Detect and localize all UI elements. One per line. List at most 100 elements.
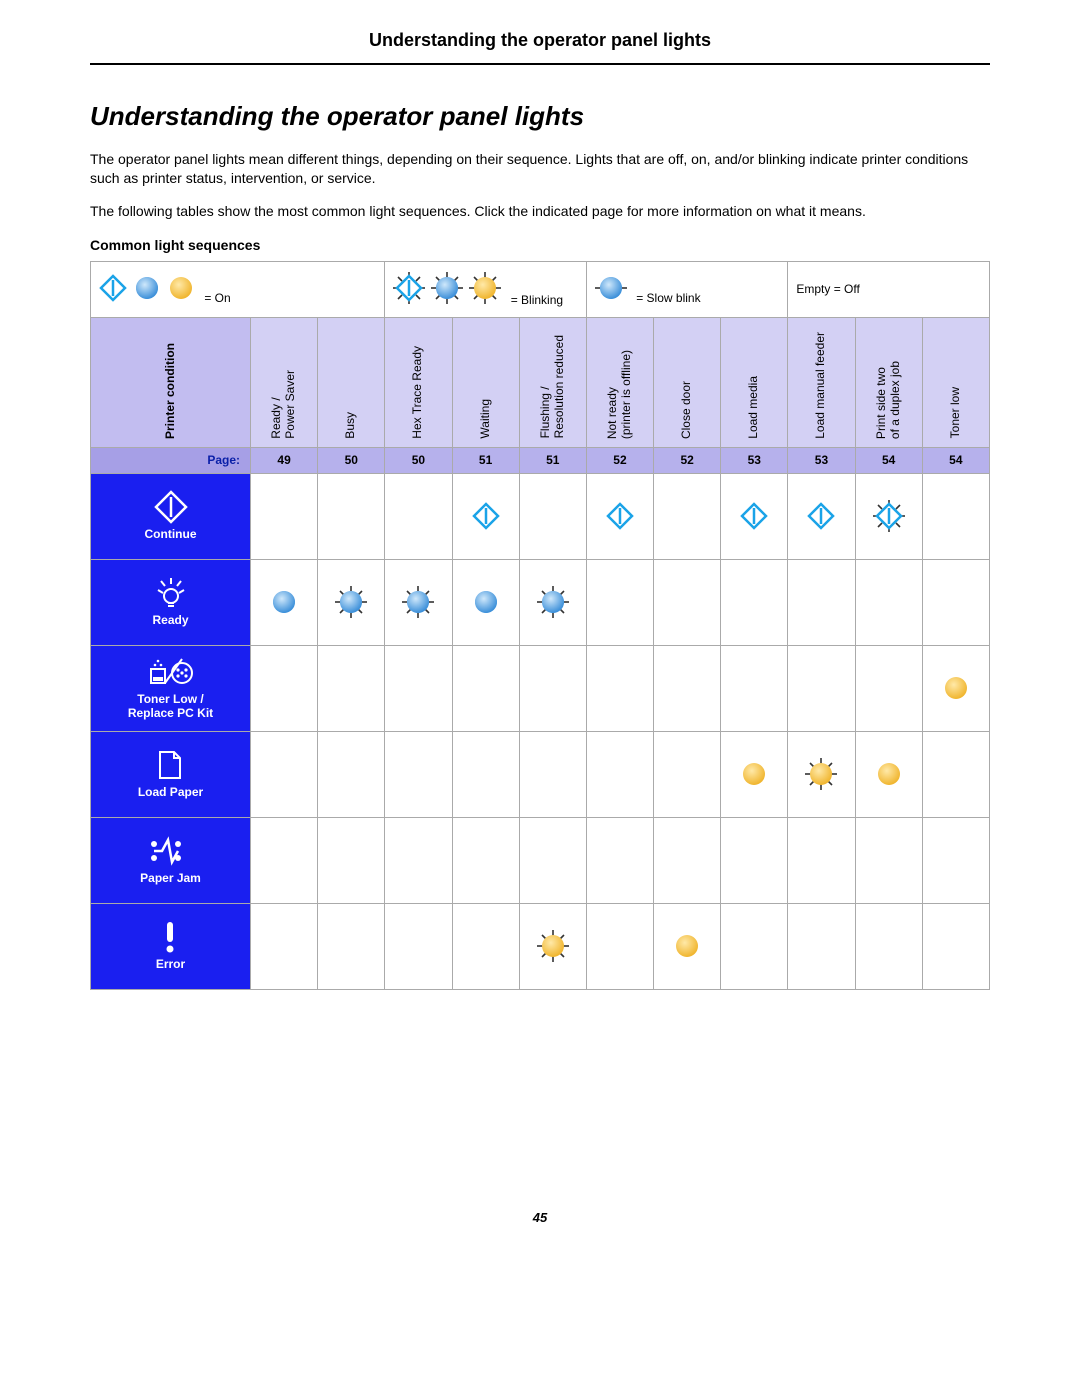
- state-cell: [251, 903, 318, 989]
- legend-row: = On = Blinking = Slow blink Empty = Off: [91, 261, 990, 317]
- page-header-title: Understanding the operator panel lights: [90, 30, 990, 65]
- row-label-ready: Ready: [91, 559, 251, 645]
- condition-header-row: Printer condition Ready /Power Saver Bus…: [91, 317, 990, 447]
- state-cell: [855, 731, 922, 817]
- col-header: Load manual feeder: [788, 317, 855, 447]
- state-row-continue: Continue: [91, 473, 990, 559]
- amber-on-icon: [670, 929, 704, 963]
- page-num[interactable]: 50: [385, 447, 452, 473]
- col-header: Close door: [654, 317, 721, 447]
- blue-on-icon: [469, 585, 503, 619]
- state-cell: [654, 903, 721, 989]
- state-cell: [318, 817, 385, 903]
- state-cell: [519, 559, 586, 645]
- footer-page-number: 45: [90, 1210, 990, 1225]
- blue-slow-icon: [595, 274, 627, 302]
- diamond-on-icon: [804, 499, 838, 533]
- legend-slow: = Slow blink: [586, 261, 788, 317]
- state-cell: [385, 473, 452, 559]
- state-cell: [586, 817, 653, 903]
- row-label-load: Load Paper: [91, 731, 251, 817]
- state-cell: [586, 473, 653, 559]
- state-cell: [251, 817, 318, 903]
- col-label: Print side twoof a duplex job: [875, 361, 903, 439]
- state-cell: [318, 731, 385, 817]
- page-num[interactable]: 51: [452, 447, 519, 473]
- state-cell: [855, 645, 922, 731]
- col-header: Load media: [721, 317, 788, 447]
- row-label-error: Error: [91, 903, 251, 989]
- col-label: Flushing /Resolution reduced: [539, 335, 567, 438]
- col-header: Hex Trace Ready: [385, 317, 452, 447]
- state-cell: [586, 731, 653, 817]
- amber-on-icon: [939, 671, 973, 705]
- excl-row-icon: [154, 920, 188, 954]
- state-cell: [452, 903, 519, 989]
- state-row-jam: Paper Jam: [91, 817, 990, 903]
- state-cell: [788, 473, 855, 559]
- legend-on-label: = On: [204, 291, 230, 305]
- state-cell: [788, 731, 855, 817]
- row-label-toner: Toner Low /Replace PC Kit: [91, 645, 251, 731]
- state-cell: [922, 645, 989, 731]
- blue-blink-icon: [334, 585, 368, 619]
- state-cell: [519, 903, 586, 989]
- state-cell: [452, 817, 519, 903]
- blue-on-icon: [267, 585, 301, 619]
- page-num[interactable]: 51: [519, 447, 586, 473]
- page-number-row: Page: 49 50 50 51 51 52 52 53 53 54 54: [91, 447, 990, 473]
- amber-blink-icon: [536, 929, 570, 963]
- state-cell: [318, 559, 385, 645]
- state-cell: [721, 559, 788, 645]
- col-label: Load manual feeder: [815, 332, 829, 439]
- page-num[interactable]: 52: [654, 447, 721, 473]
- state-cell: [251, 473, 318, 559]
- state-row-error: Error: [91, 903, 990, 989]
- state-cell: [519, 473, 586, 559]
- state-cell: [721, 817, 788, 903]
- page-num[interactable]: 49: [251, 447, 318, 473]
- state-cell: [788, 559, 855, 645]
- col-label: Hex Trace Ready: [412, 346, 426, 439]
- state-cell: [452, 559, 519, 645]
- jam-row-icon: [148, 834, 194, 868]
- state-cell: [251, 645, 318, 731]
- col-label: Waiting: [479, 399, 493, 439]
- state-cell: [788, 645, 855, 731]
- blue-dot-icon: [133, 274, 161, 302]
- col-header: Waiting: [452, 317, 519, 447]
- state-cell: [452, 473, 519, 559]
- state-cell: [385, 645, 452, 731]
- diamond-on-icon: [737, 499, 771, 533]
- page-num[interactable]: 54: [855, 447, 922, 473]
- light-sequence-table: = On = Blinking = Slow blink Empty = Off…: [90, 261, 990, 990]
- toner-row-icon: [148, 655, 194, 689]
- legend-blinking: = Blinking: [385, 261, 587, 317]
- state-cell: [922, 559, 989, 645]
- state-row-load: Load Paper: [91, 731, 990, 817]
- state-row-toner: Toner Low /Replace PC Kit: [91, 645, 990, 731]
- col-label: Ready /Power Saver: [270, 370, 298, 439]
- page-num[interactable]: 53: [721, 447, 788, 473]
- state-cell: [721, 731, 788, 817]
- state-cell: [654, 559, 721, 645]
- legend-off: Empty = Off: [788, 261, 990, 317]
- page-num[interactable]: 54: [922, 447, 989, 473]
- section-title: Understanding the operator panel lights: [90, 101, 990, 132]
- legend-blinking-label: = Blinking: [511, 293, 563, 307]
- diamond-icon: [99, 274, 127, 302]
- col-header: Busy: [318, 317, 385, 447]
- col-label: Toner low: [949, 387, 963, 438]
- page-num[interactable]: 53: [788, 447, 855, 473]
- state-cell: [654, 645, 721, 731]
- blue-blink-icon: [536, 585, 570, 619]
- intro-paragraph-1: The operator panel lights mean different…: [90, 150, 990, 188]
- col-label: Not ready(printer is offline): [606, 350, 634, 439]
- page-num[interactable]: 50: [318, 447, 385, 473]
- legend-on: = On: [91, 261, 385, 317]
- state-cell: [586, 645, 653, 731]
- page-num[interactable]: 52: [586, 447, 653, 473]
- state-cell: [318, 645, 385, 731]
- table-caption: Common light sequences: [90, 237, 990, 253]
- state-cell: [721, 903, 788, 989]
